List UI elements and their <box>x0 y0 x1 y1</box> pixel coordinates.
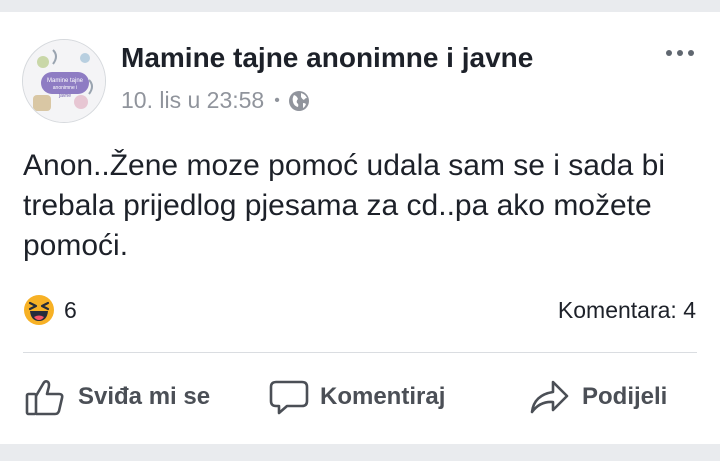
comment-button[interactable]: Komentiraj <box>269 367 445 427</box>
group-name-link[interactable]: Mamine tajne anonimne i javne <box>121 42 533 74</box>
comment-icon <box>269 380 309 415</box>
group-avatar-image: Mamine tajne anonimne i javne <box>23 40 105 122</box>
more-dot <box>666 50 672 56</box>
share-arrow-icon <box>530 380 569 414</box>
thumbs-up-icon <box>25 380 64 416</box>
svg-text:Mamine tajne: Mamine tajne <box>47 78 84 84</box>
comment-label: Komentiraj <box>320 383 446 410</box>
more-options-button[interactable] <box>666 50 694 56</box>
haha-emoji-icon <box>24 295 54 325</box>
svg-text:javne: javne <box>58 93 71 99</box>
like-label: Sviđa mi se <box>78 383 211 410</box>
post-card: Mamine tajne anonimne i javne Mamine taj… <box>0 12 720 444</box>
comments-count-link[interactable]: Komentara: 4 <box>558 297 696 324</box>
post-actions-bar: Sviđa mi se Komentiraj Podijeli <box>0 367 720 427</box>
actions-divider <box>23 352 697 353</box>
svg-text:anonimne i: anonimne i <box>53 85 77 91</box>
post-timestamp[interactable]: 10. lis u 23:58 <box>121 87 264 114</box>
like-button[interactable]: Sviđa mi se <box>25 367 210 427</box>
globe-icon[interactable] <box>288 90 310 112</box>
reactions-summary[interactable]: 6 <box>23 294 77 326</box>
post-text: Anon..Žene moze pomoć udala sam se i sad… <box>23 149 666 262</box>
post-meta: 10. lis u 23:58 • <box>121 87 310 114</box>
more-dot <box>688 50 694 56</box>
reaction-count: 6 <box>64 296 77 323</box>
group-avatar[interactable]: Mamine tajne anonimne i javne <box>22 39 106 123</box>
more-dot <box>677 50 683 56</box>
share-label: Podijeli <box>582 383 668 410</box>
share-button[interactable]: Podijeli <box>529 367 667 427</box>
meta-separator: • <box>274 91 280 109</box>
